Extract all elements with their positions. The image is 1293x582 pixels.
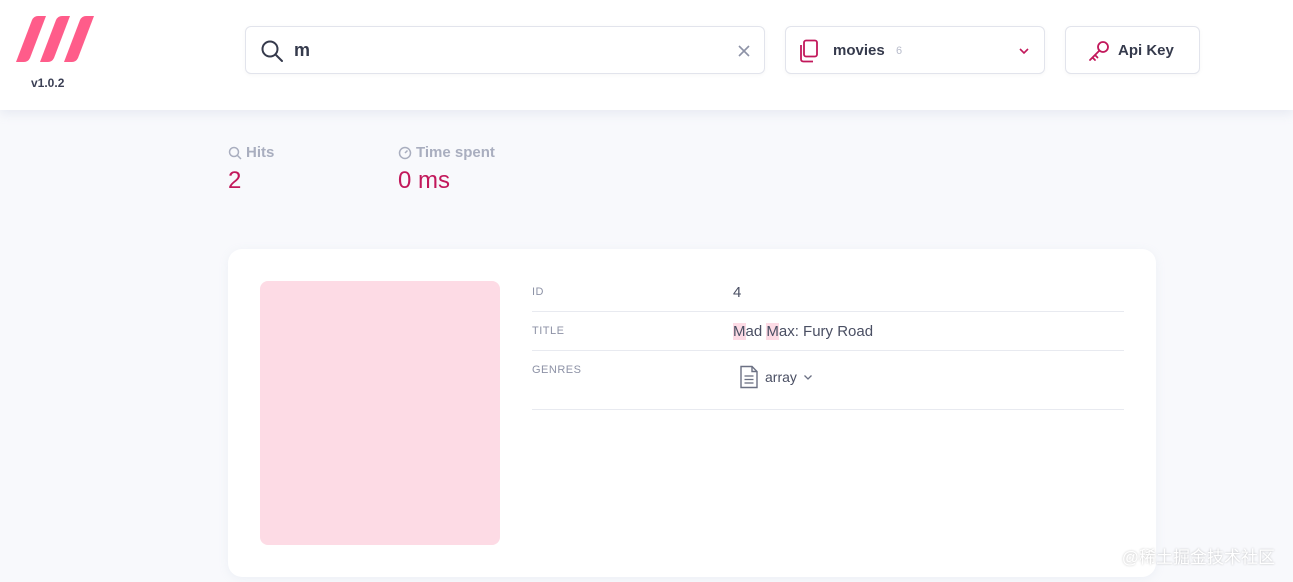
- title-text: ax: Fury Road: [778, 323, 874, 340]
- meilisearch-logo[interactable]: [16, 16, 94, 62]
- search-icon: [261, 40, 283, 62]
- array-expand-toggle[interactable]: array: [739, 365, 813, 389]
- search-bar[interactable]: m: [245, 26, 765, 74]
- hits-label: Hits: [246, 144, 275, 161]
- document-icon: [740, 365, 758, 389]
- field-row: GENRES array: [532, 351, 1124, 410]
- document-count: 6: [896, 45, 903, 57]
- index-name: movies: [833, 42, 885, 59]
- index-selector[interactable]: movies 6: [785, 26, 1045, 74]
- title-text: ad: [745, 323, 767, 340]
- highlight: M: [766, 323, 779, 340]
- copy-icon: [800, 39, 818, 63]
- api-key-button[interactable]: Api Key: [1065, 26, 1200, 74]
- time-spent-value: 0 ms: [398, 167, 451, 194]
- app-version: v1.0.2: [31, 76, 65, 90]
- document-fields: ID 4 TITLE Mad Max: Fury Road GENRES arr…: [532, 273, 1124, 410]
- field-value: 4: [733, 284, 742, 301]
- watermark: @稀土掘金技术社区: [1121, 548, 1275, 567]
- hits-stat: Hits 2: [228, 144, 274, 195]
- search-icon: [228, 146, 242, 160]
- field-key: ID: [532, 286, 544, 298]
- hits-value: 2: [228, 167, 242, 194]
- field-key: GENRES: [532, 364, 582, 376]
- result-card: ID 4 TITLE Mad Max: Fury Road GENRES arr…: [228, 249, 1156, 577]
- close-icon[interactable]: [736, 43, 752, 59]
- field-row: TITLE Mad Max: Fury Road: [532, 312, 1124, 351]
- search-input[interactable]: m: [294, 40, 310, 61]
- chevron-down-icon: [1019, 48, 1029, 55]
- field-value-title: Mad Max: Fury Road: [733, 323, 873, 340]
- chevron-down-icon: [803, 375, 812, 380]
- api-key-label: Api Key: [1118, 42, 1174, 59]
- speedometer-icon: [398, 146, 412, 159]
- poster-image: [260, 281, 500, 545]
- time-spent-stat: Time spent 0 ms: [398, 144, 495, 195]
- array-label: array: [765, 369, 797, 385]
- top-bar: v1.0.2 m movies 6 Api Key: [0, 0, 1293, 110]
- highlight: M: [733, 323, 746, 340]
- field-row: ID 4: [532, 273, 1124, 312]
- field-key: TITLE: [532, 325, 565, 337]
- time-spent-label: Time spent: [416, 144, 495, 161]
- key-icon: [1089, 41, 1109, 61]
